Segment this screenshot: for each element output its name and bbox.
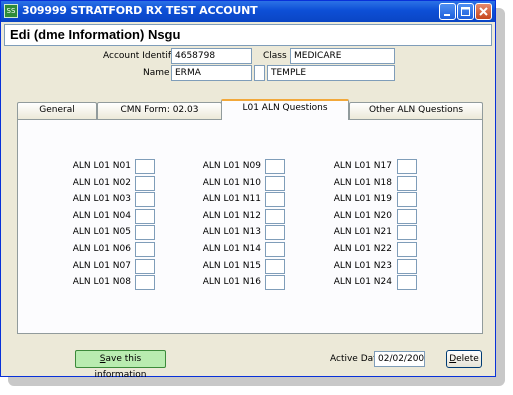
page-title: Edi (dme Information) Nsgu: [10, 27, 181, 42]
aln-question-input[interactable]: [135, 225, 155, 241]
class-label: Class: [263, 51, 287, 61]
aln-question-input[interactable]: [397, 275, 417, 291]
aln-question-input[interactable]: [265, 175, 285, 191]
aln-question-input[interactable]: [265, 208, 285, 224]
aln-question-input[interactable]: [265, 192, 285, 208]
tab-l01-aln-questions[interactable]: L01 ALN Questions: [221, 99, 349, 120]
aln-question-input[interactable]: [265, 225, 285, 241]
delete-button[interactable]: Delete: [446, 350, 482, 368]
middle-initial-field[interactable]: [254, 65, 265, 81]
window-title: 309999 STRATFORD RX TEST ACCOUNT: [22, 4, 258, 17]
aln-question-input[interactable]: [135, 258, 155, 274]
aln-question-input[interactable]: [265, 275, 285, 291]
name-label: Name: [143, 68, 170, 78]
maximize-button[interactable]: [457, 3, 474, 20]
aln-question-input[interactable]: [397, 242, 417, 257]
aln-question-input[interactable]: [397, 159, 417, 174]
close-button[interactable]: [475, 3, 492, 20]
aln-question-input[interactable]: [397, 175, 417, 191]
aln-question-input[interactable]: [135, 208, 155, 224]
aln-question-input[interactable]: [265, 258, 285, 274]
tab-general[interactable]: General: [17, 102, 97, 119]
aln-question-input[interactable]: [397, 192, 417, 208]
aln-question-input[interactable]: [265, 159, 285, 174]
active-date-field[interactable]: 02/02/2006: [374, 351, 425, 367]
aln-question-input[interactable]: [397, 258, 417, 274]
aln-question-input[interactable]: [135, 275, 155, 291]
delete-button-label: elete: [456, 354, 479, 364]
maximize-icon: [461, 7, 470, 16]
minimize-icon: [444, 14, 450, 16]
app-icon: SS: [4, 4, 18, 18]
aln-question-input[interactable]: [135, 175, 155, 191]
class-field[interactable]: MEDICARE: [290, 48, 395, 64]
aln-question-input[interactable]: [397, 208, 417, 224]
account-identifier-field[interactable]: 4658798: [171, 48, 252, 64]
last-name-field[interactable]: TEMPLE: [267, 65, 395, 81]
aln-question-input[interactable]: [135, 242, 155, 257]
aln-question-input[interactable]: [135, 159, 155, 174]
tab-cmn-form[interactable]: CMN Form: 02.03: [97, 102, 222, 119]
aln-question-input[interactable]: [397, 225, 417, 241]
close-icon: [479, 7, 488, 16]
minimize-button[interactable]: [439, 3, 456, 20]
aln-question-input[interactable]: [265, 242, 285, 257]
title-bar[interactable]: SS 309999 STRATFORD RX TEST ACCOUNT: [1, 1, 495, 22]
header-panel: Edi (dme Information) Nsgu: [4, 24, 492, 46]
tab-other-aln-questions[interactable]: Other ALN Questions: [349, 102, 483, 119]
app-window: SS 309999 STRATFORD RX TEST ACCOUNT Edi …: [0, 0, 496, 380]
first-name-field[interactable]: ERMA: [171, 65, 252, 81]
aln-question-input[interactable]: [135, 192, 155, 208]
save-button[interactable]: Save this information: [75, 350, 166, 380]
